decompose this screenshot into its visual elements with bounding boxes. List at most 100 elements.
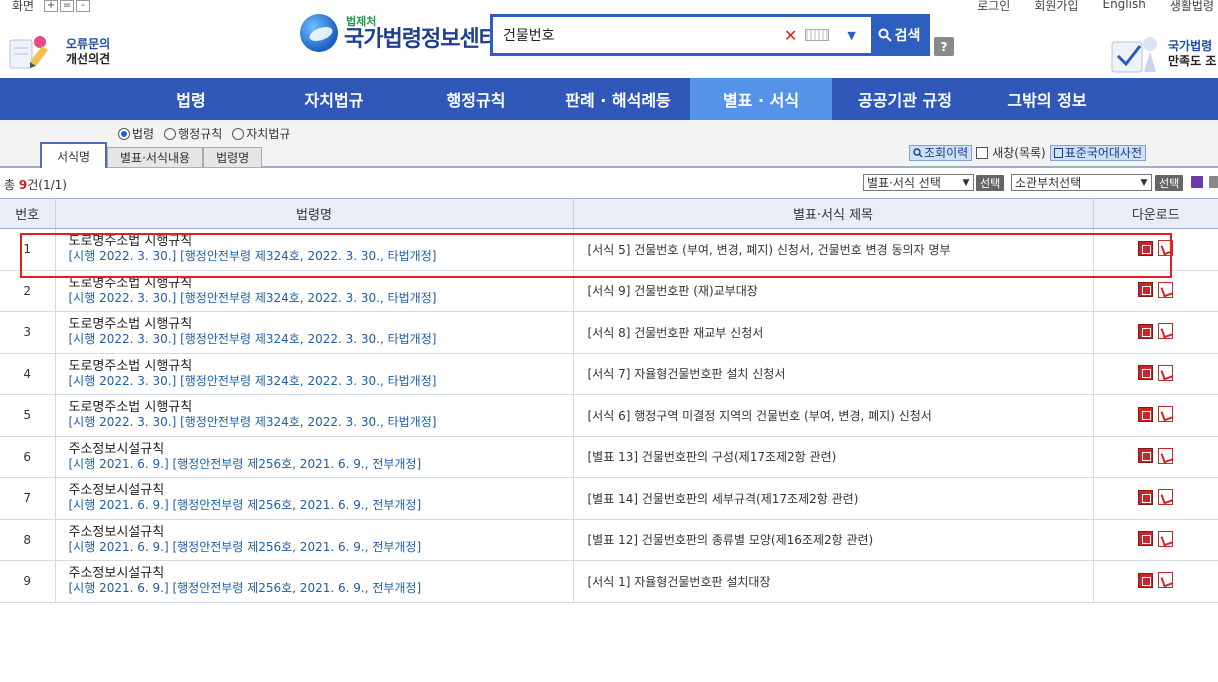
- hwp-download-icon[interactable]: [1138, 531, 1154, 546]
- result-bar: 총 9건(1/1) 별표·서식 선택 ▼ 선택 소관부처선택 ▼ 선택: [0, 170, 1218, 198]
- satisfaction-survey-banner[interactable]: 국가법령 만족도 조: [1106, 32, 1216, 76]
- pdf-download-icon[interactable]: [1158, 281, 1174, 298]
- law-meta-link[interactable]: [시행 2022. 3. 30.] [행정안전부령 제324호, 2022. 3…: [69, 415, 573, 429]
- radio-local-laws[interactable]: 자치법규: [232, 125, 290, 142]
- radio-laws[interactable]: 법령: [118, 125, 154, 142]
- new-window-checkbox[interactable]: [976, 146, 989, 159]
- form-title-link[interactable]: [서식 6] 행정구역 미결정 지역의 건물번호 (부여, 변경, 폐지) 신청…: [573, 394, 1094, 437]
- radio-laws-indicator[interactable]: [118, 127, 130, 140]
- hwp-download-icon[interactable]: [1138, 240, 1154, 256]
- law-meta-link[interactable]: [시행 2022. 3. 30.] [행정안전부령 제324호, 2022. 3…: [69, 291, 573, 305]
- law-name-link[interactable]: 도로명주소법 시행규칙: [69, 359, 573, 374]
- form-title-link[interactable]: [별표 13] 건물번호판의 구성(제17조제2항 관련): [573, 436, 1094, 478]
- pdf-download-icon[interactable]: [1158, 489, 1174, 505]
- logo-emblem-icon: [300, 14, 338, 52]
- save-icon[interactable]: [1191, 176, 1203, 188]
- nav-item-admin-rules[interactable]: 행정규칙: [412, 78, 540, 120]
- nav-item-local-laws[interactable]: 자치법규: [270, 78, 398, 120]
- zoom-in-button[interactable]: +: [44, 0, 59, 12]
- tab-form-content[interactable]: 별표·서식내용: [107, 147, 204, 167]
- pdf-download-icon[interactable]: [1158, 447, 1174, 464]
- print-icon[interactable]: [1209, 176, 1218, 188]
- column-header-form-title[interactable]: 별표·서식 제목: [573, 198, 1094, 229]
- help-button[interactable]: ?: [934, 37, 954, 56]
- nav-item-other-info[interactable]: 그밖의 정보: [982, 78, 1112, 120]
- chevron-down-icon: ▼: [962, 177, 970, 188]
- english-link[interactable]: English: [1102, 0, 1145, 14]
- form-title-link[interactable]: [서식 5] 건물번호 (부여, 변경, 폐지) 신청서, 건물번호 변경 동의…: [573, 228, 1094, 271]
- radio-local-laws-indicator[interactable]: [232, 127, 245, 140]
- pdf-download-icon[interactable]: [1158, 323, 1174, 339]
- radio-admin-rules[interactable]: 행정규칙: [164, 125, 222, 142]
- law-name-link[interactable]: 주소정보시설규칙: [69, 442, 573, 457]
- history-button[interactable]: 조회이력: [909, 144, 973, 161]
- law-meta-link[interactable]: [시행 2021. 6. 9.] [행정안전부령 제256호, 2021. 6.…: [69, 498, 573, 512]
- result-count-number: 9: [18, 178, 28, 192]
- form-title-link[interactable]: [별표 12] 건물번호판의 종류별 모양(제16조제2항 관련): [573, 519, 1094, 561]
- column-header-law-name[interactable]: 법령명: [55, 198, 574, 229]
- nav-item-precedents[interactable]: 판례 · 해석례등: [554, 78, 682, 120]
- life-law-link[interactable]: 생활법령: [1170, 0, 1214, 14]
- law-meta-link[interactable]: [시행 2022. 3. 30.] [행정안전부령 제324호, 2022. 3…: [69, 374, 573, 388]
- search-button[interactable]: 검색: [871, 17, 927, 53]
- table-row: 4 도로명주소법 시행규칙 [시행 2022. 3. 30.] [행정안전부령 제3…: [0, 353, 1218, 395]
- law-name-link[interactable]: 도로명주소법 시행규칙: [69, 235, 573, 249]
- form-title-link[interactable]: [별표 14] 건물번호판의 세부규격(제17조제2항 관련): [573, 477, 1094, 520]
- row-number: 2: [0, 270, 56, 312]
- nav-item-laws[interactable]: 법령: [140, 78, 242, 120]
- hwp-download-icon[interactable]: [1138, 406, 1154, 422]
- standard-dictionary-button[interactable]: 표준국어대사전: [1049, 144, 1146, 161]
- pdf-download-icon[interactable]: [1158, 530, 1174, 547]
- law-name-link[interactable]: 주소정보시설규칙: [69, 484, 573, 498]
- clear-search-icon[interactable]: ✕: [784, 26, 797, 45]
- site-logo[interactable]: 법제처 국가법령정보센터: [300, 14, 499, 52]
- law-meta-link[interactable]: [시행 2021. 6. 9.] [행정안전부령 제256호, 2021. 6.…: [69, 581, 573, 595]
- form-type-select[interactable]: 별표·서식 선택 ▼: [863, 174, 974, 191]
- form-title-link[interactable]: [서식 8] 건물번호판 재교부 신청서: [573, 311, 1094, 354]
- feedback-banner[interactable]: 오류문의 개선의견: [6, 32, 110, 72]
- law-name-link[interactable]: 주소정보시설규칙: [69, 525, 573, 540]
- form-title-link[interactable]: [서식 7] 자율형건물번호판 설치 신청서: [573, 353, 1094, 395]
- hwp-download-icon[interactable]: [1138, 572, 1154, 588]
- ministry-select-button[interactable]: 선택: [1155, 175, 1184, 191]
- law-name-link[interactable]: 도로명주소법 시행규칙: [69, 276, 573, 291]
- signup-link[interactable]: 회원가입: [1034, 0, 1078, 14]
- law-meta-link[interactable]: [시행 2022. 3. 30.] [행정안전부령 제324호, 2022. 3…: [69, 249, 573, 263]
- law-meta-link[interactable]: [시행 2022. 3. 30.] [행정안전부령 제324호, 2022. 3…: [69, 332, 573, 346]
- zoom-reset-button[interactable]: =: [60, 0, 75, 12]
- login-link[interactable]: 로그인: [977, 0, 1010, 14]
- law-name-link[interactable]: 주소정보시설규칙: [69, 567, 573, 581]
- hwp-download-icon[interactable]: [1138, 489, 1154, 505]
- pdf-download-icon[interactable]: [1158, 364, 1174, 381]
- search-input[interactable]: [493, 27, 778, 43]
- logo-subtitle: 법제처: [346, 14, 377, 28]
- tab-form-name[interactable]: 서식명: [40, 142, 107, 168]
- pdf-download-icon[interactable]: [1158, 406, 1174, 422]
- law-meta-link[interactable]: [시행 2021. 6. 9.] [행정안전부령 제256호, 2021. 6.…: [69, 540, 573, 554]
- hwp-download-icon[interactable]: [1138, 323, 1154, 339]
- survey-line1: 국가법령: [1168, 39, 1213, 53]
- form-title-link[interactable]: [서식 1] 자율형건물번호판 설치대장: [573, 560, 1094, 603]
- survey-line2: 만족도 조: [1168, 54, 1217, 68]
- law-name-link[interactable]: 도로명주소법 시행규칙: [69, 401, 573, 415]
- nav-item-tables-forms[interactable]: 별표 · 서식: [690, 78, 832, 120]
- radio-admin-rules-indicator[interactable]: [164, 127, 177, 140]
- hwp-download-icon[interactable]: [1138, 365, 1154, 380]
- virtual-keyboard-icon[interactable]: [805, 29, 830, 41]
- row-number: 5: [0, 394, 56, 437]
- pdf-download-icon[interactable]: [1158, 240, 1174, 256]
- zoom-out-button[interactable]: -: [76, 0, 91, 12]
- table-row: 1 도로명주소법 시행규칙 [시행 2022. 3. 30.] [행정안전부령 제3…: [0, 228, 1218, 271]
- form-type-select-button[interactable]: 선택: [976, 175, 1005, 191]
- law-meta-link[interactable]: [시행 2021. 6. 9.] [행정안전부령 제256호, 2021. 6.…: [69, 457, 573, 471]
- form-title-link[interactable]: [서식 9] 건물번호판 (재)교부대장: [573, 270, 1094, 312]
- law-name-link[interactable]: 도로명주소법 시행규칙: [69, 318, 573, 332]
- tab-law-name[interactable]: 법령명: [203, 147, 263, 167]
- nav-item-public-regulations[interactable]: 공공기관 규정: [840, 78, 970, 120]
- ministry-select[interactable]: 소관부처선택 ▼: [1011, 174, 1152, 191]
- hwp-download-icon[interactable]: [1138, 448, 1154, 463]
- pdf-download-icon[interactable]: [1158, 572, 1174, 588]
- hwp-download-icon[interactable]: [1138, 282, 1154, 297]
- download-cell: [1093, 311, 1218, 354]
- chevron-down-icon[interactable]: ▼: [847, 29, 855, 42]
